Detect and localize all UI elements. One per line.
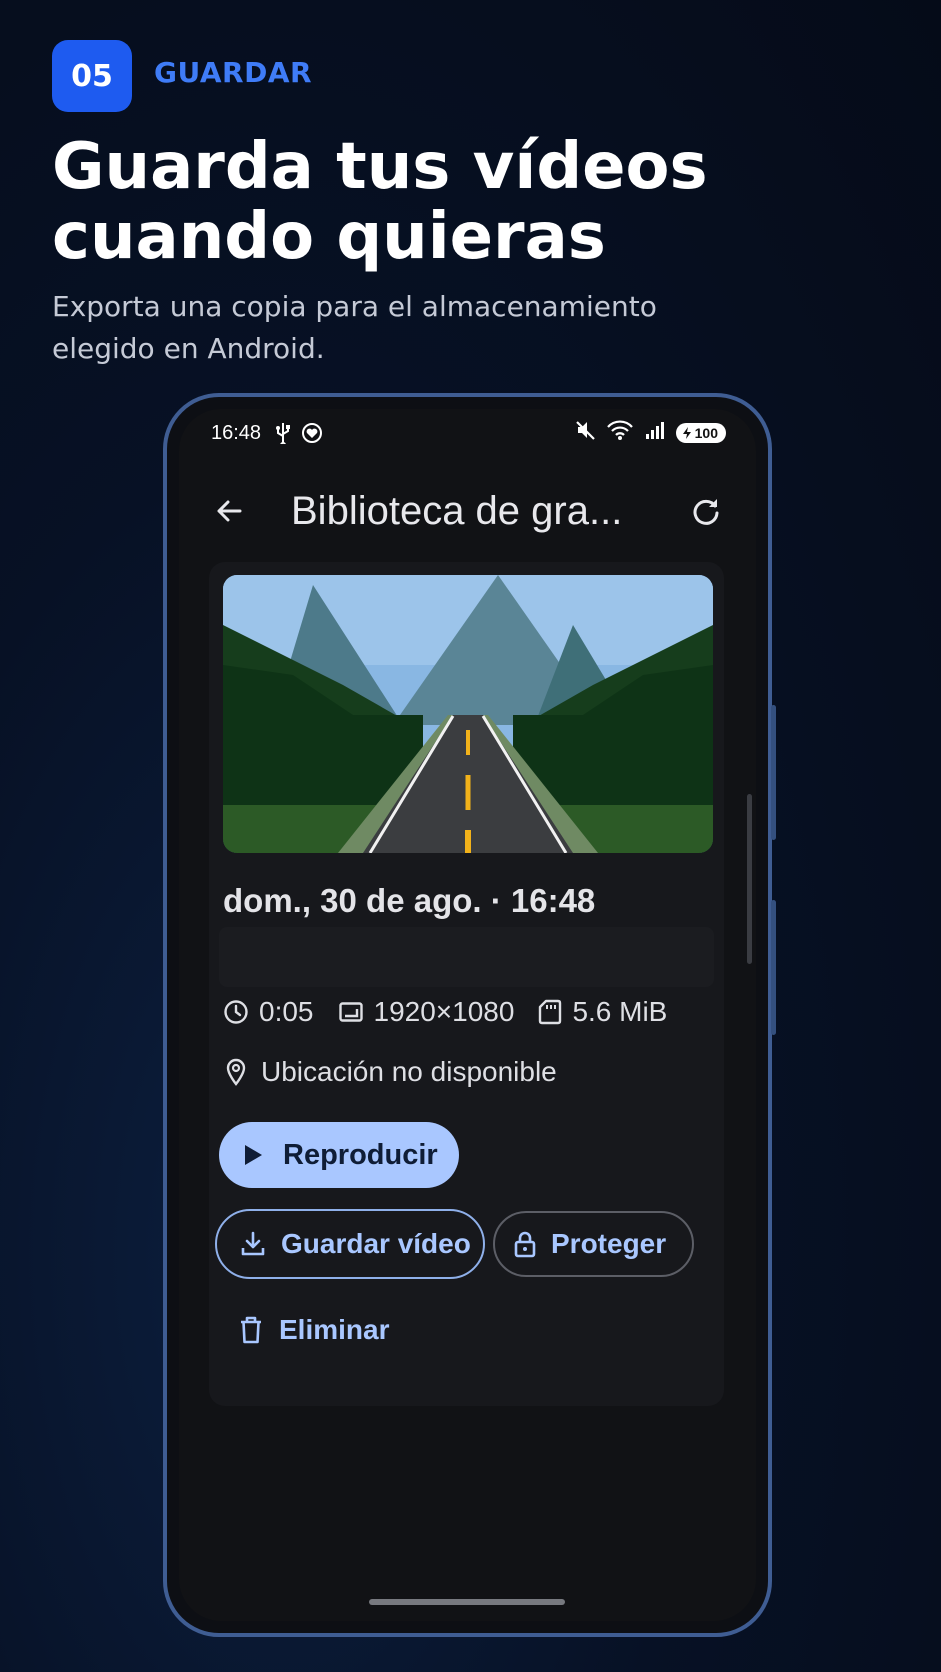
road-landscape-thumbnail: [223, 575, 713, 853]
refresh-icon: [693, 499, 719, 525]
app-bar-title: Biblioteca de gra...: [291, 488, 623, 533]
play-button-label: Reproducir: [283, 1138, 438, 1171]
duration-item: 0:05: [223, 996, 314, 1028]
app-bar: Biblioteca de gra...: [179, 471, 756, 551]
phone-side-button-upper: [771, 705, 776, 840]
arrow-left-icon: [217, 500, 242, 522]
vpn-heart-icon: [301, 422, 323, 444]
protect-button[interactable]: Proteger: [493, 1211, 694, 1277]
metadata-background: [219, 927, 714, 987]
sd-card-icon: [539, 999, 562, 1025]
resolution-item: 1920×1080: [338, 996, 515, 1028]
metadata-row: 0:05 1920×1080 5.6 MiB: [223, 992, 691, 1032]
save-video-button[interactable]: Guardar vídeo: [215, 1209, 485, 1279]
trash-icon: [241, 1316, 261, 1344]
status-bar: 16:48 100: [179, 409, 756, 457]
subtitle-line-2: elegido en Android.: [52, 332, 325, 365]
resolution-value: 1920×1080: [373, 996, 515, 1027]
usb-icon: [275, 422, 291, 444]
video-thumbnail[interactable]: [223, 575, 713, 853]
phone-screen: 16:48 100 Biblioteca de gra... dom., 30 …: [179, 409, 756, 1621]
status-time: 16:48: [211, 421, 262, 444]
mute-icon: [574, 419, 596, 447]
battery-level: 100: [694, 425, 718, 441]
save-video-label: Guardar vídeo: [281, 1228, 471, 1259]
protect-label: Proteger: [551, 1228, 667, 1259]
delete-button[interactable]: Eliminar: [231, 1300, 397, 1360]
status-right-group: 100: [574, 419, 726, 447]
home-gesture-bar[interactable]: [369, 1599, 565, 1605]
refresh-button[interactable]: [684, 489, 728, 533]
battery-indicator: 100: [675, 423, 726, 443]
location-row: Ubicación no disponible: [223, 1052, 557, 1092]
location-value: Ubicación no disponible: [261, 1056, 557, 1087]
back-button[interactable]: [207, 489, 251, 533]
subtitle-line-1: Exporta una copia para el almacenamiento: [52, 290, 657, 323]
image-icon: [338, 1002, 363, 1022]
play-button[interactable]: Reproducir: [219, 1122, 459, 1188]
delete-label: Eliminar: [279, 1314, 390, 1345]
play-icon: [245, 1145, 262, 1165]
lock-icon: [514, 1231, 536, 1258]
recording-card: dom., 30 de ago. · 16:48 0:05 1920×1080 …: [209, 562, 724, 1406]
subtitle: Exporta una copia para el almacenamiento…: [52, 286, 912, 370]
charging-bolt-icon: [682, 427, 691, 439]
signal-icon: [644, 419, 666, 447]
recording-date: dom., 30 de ago. · 16:48: [223, 882, 596, 919]
wifi-icon: [606, 419, 634, 447]
size-value: 5.6 MiB: [572, 996, 668, 1027]
step-label: GUARDAR: [154, 56, 313, 89]
clock-icon: [224, 1000, 248, 1024]
phone-side-button-lower: [771, 900, 776, 1035]
step-number-badge: 05: [52, 40, 132, 112]
headline: Guarda tus vídeos cuando quieras: [52, 132, 912, 272]
download-icon: [241, 1231, 265, 1256]
location-pin-icon: [226, 1058, 246, 1086]
scrollbar[interactable]: [747, 794, 752, 964]
size-item: 5.6 MiB: [538, 996, 667, 1028]
duration-value: 0:05: [259, 996, 314, 1027]
headline-line-1: Guarda tus vídeos: [52, 130, 708, 204]
headline-line-2: cuando quieras: [52, 200, 606, 274]
